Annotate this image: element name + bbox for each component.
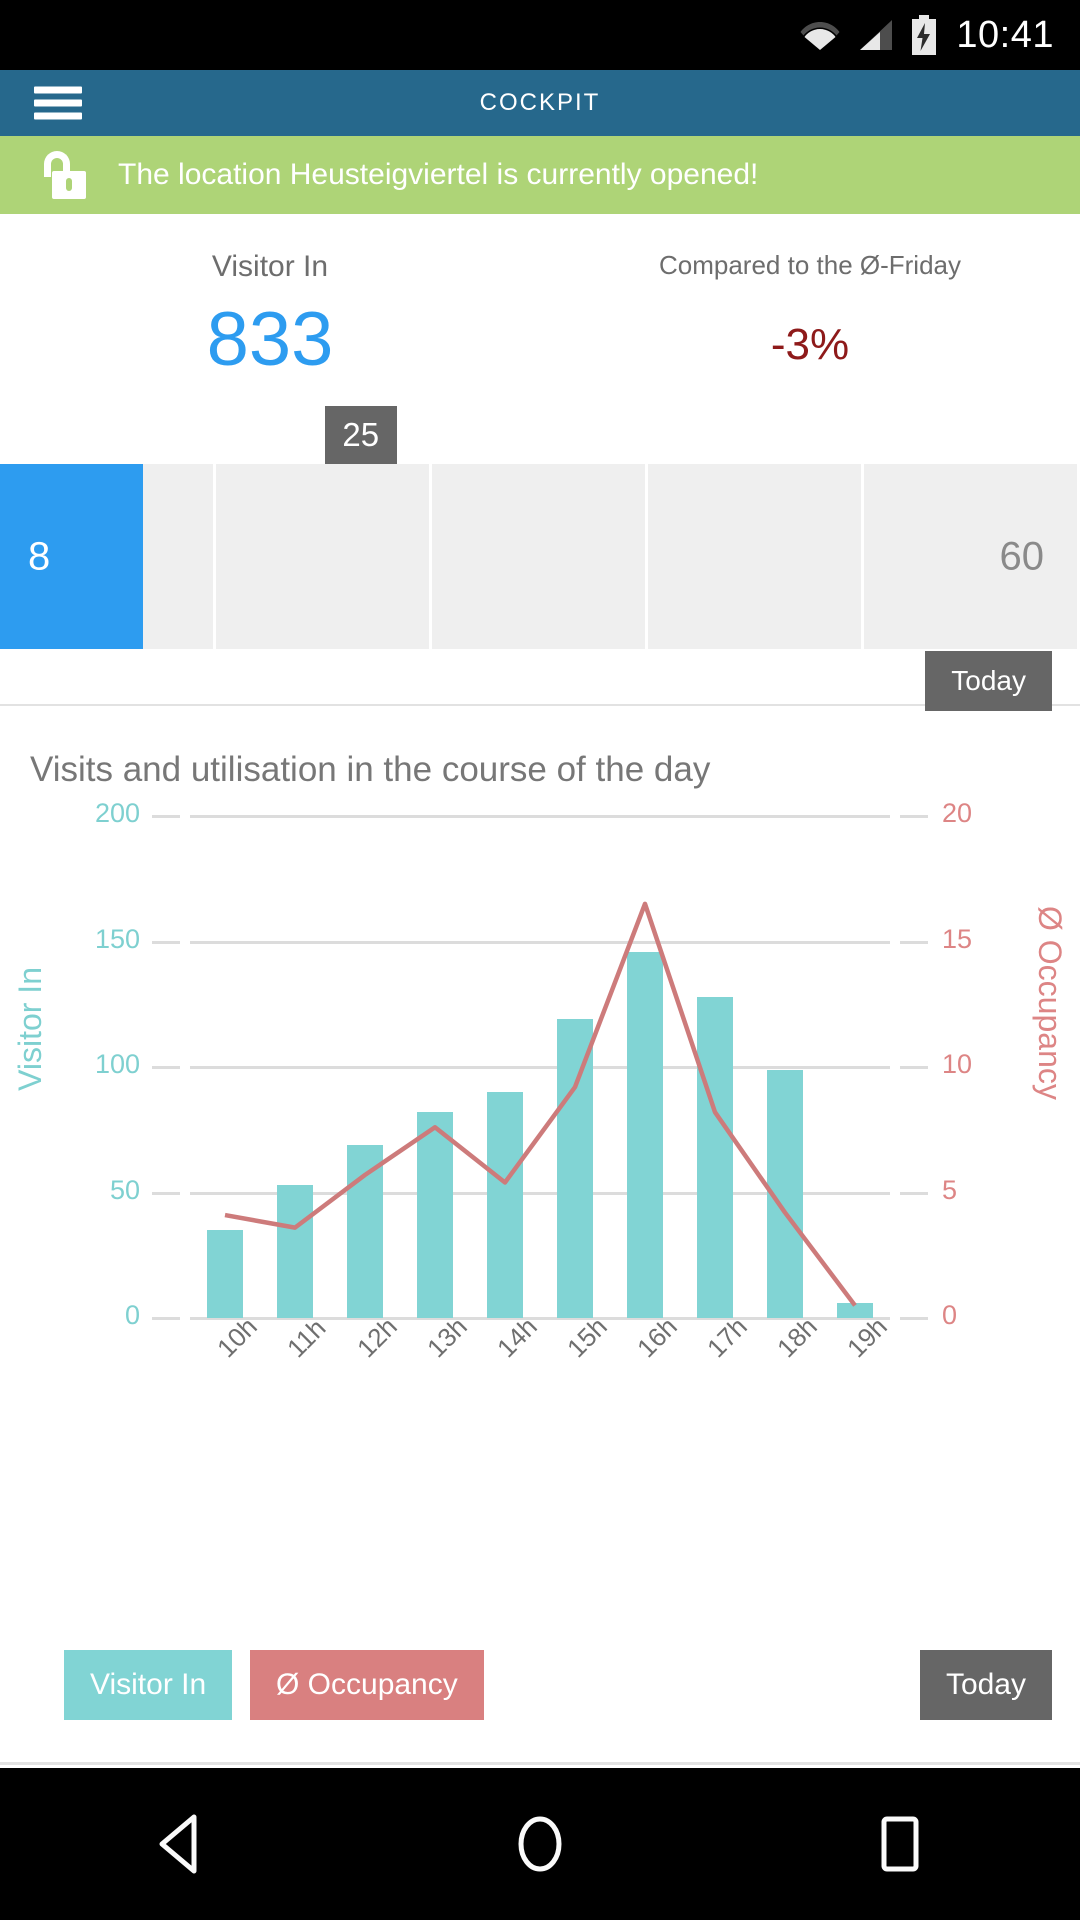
comparison-label: Compared to the Ø-Friday [658, 250, 961, 280]
occupancy-marker-value: 25 [342, 416, 380, 453]
occupancy-segment[interactable] [216, 464, 429, 649]
occupancy-marker: 25 [324, 406, 397, 464]
bottom-divider [0, 1762, 1080, 1765]
right-axis-title: Ø Occupancy [1032, 906, 1068, 1101]
status-bar-icons [800, 15, 938, 55]
hamburger-menu-icon[interactable] [34, 81, 82, 126]
occupancy-segments[interactable]: 8 60 [0, 464, 1080, 649]
legend-visitor-in-button[interactable]: Visitor In [64, 1650, 233, 1720]
comparison-stat: Compared to the Ø-Friday -3% [540, 250, 1080, 378]
occupancy-segment[interactable] [432, 464, 645, 649]
legend-occupancy-button[interactable]: Ø Occupancy [250, 1650, 484, 1720]
status-bar: 10:41 [0, 0, 1080, 70]
status-bar-clock: 10:41 [956, 13, 1054, 56]
android-nav-bar [0, 1768, 1080, 1920]
recents-icon[interactable] [840, 1804, 960, 1884]
occupancy-min-label: 8 [28, 534, 51, 578]
chart-legend: Visitor In Ø Occupancy Today [0, 1650, 1080, 1740]
back-icon[interactable] [120, 1804, 240, 1884]
occupancy-today-button[interactable]: Today [925, 651, 1052, 711]
wifi-icon [800, 22, 840, 50]
occupancy-segment[interactable] [864, 464, 1077, 649]
home-icon[interactable] [480, 1804, 600, 1884]
status-banner: The location Heusteigviertel is currentl… [0, 136, 1080, 214]
occupancy-fill [0, 464, 143, 649]
chart-today-button[interactable]: Today [919, 1650, 1052, 1720]
left-axis-title: Visitor In [12, 966, 48, 1091]
visitor-in-stat: Visitor In 833 [0, 250, 540, 378]
page-title: COCKPIT [479, 89, 601, 116]
app-bar: COCKPIT [0, 70, 1080, 136]
unlock-icon [44, 151, 88, 199]
visitor-in-value: 833 [206, 297, 334, 382]
occupancy-max-label: 60 [999, 534, 1045, 578]
chart-title: Visits and utilisation in the course of … [30, 750, 711, 789]
battery-charging-icon [912, 15, 937, 55]
banner-message: The location Heusteigviertel is currentl… [118, 158, 759, 191]
visitor-in-label: Visitor In [211, 250, 329, 283]
summary-stats: Visitor In 833 Compared to the Ø-Friday … [0, 214, 1080, 378]
occupancy-line-series [224, 901, 857, 1307]
cellular-signal-icon [860, 20, 893, 50]
comparison-value: -3% [770, 320, 850, 369]
visits-utilisation-chart[interactable]: 0 0 50 5 100 10 150 15 200 20 10h 11h 12h 13h 14h 15h 16… [0, 798, 1080, 1448]
occupancy-gauge[interactable]: 25 8 60 Today [0, 406, 1080, 711]
occupancy-segment[interactable] [648, 464, 861, 649]
